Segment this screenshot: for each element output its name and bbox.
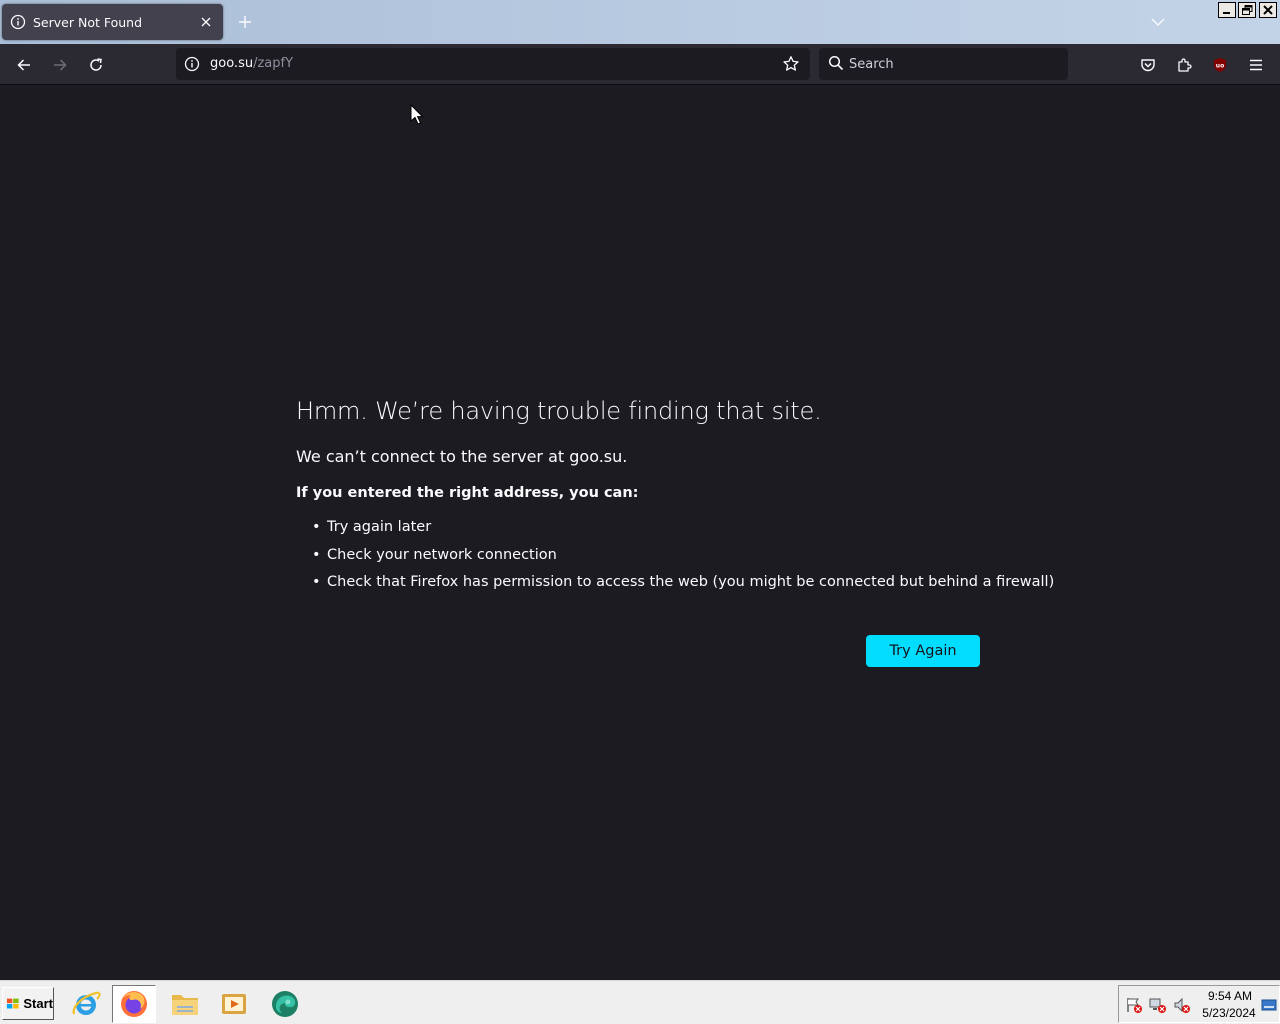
internet-explorer-icon bbox=[72, 991, 101, 1015]
hamburger-menu-icon bbox=[1250, 59, 1262, 71]
media-player-icon bbox=[222, 994, 246, 1014]
taskbar-firefox[interactable] bbox=[112, 985, 156, 1023]
start-label: Start bbox=[23, 996, 53, 1011]
taskbar-media-player[interactable] bbox=[212, 985, 256, 1023]
restore-button[interactable] bbox=[1238, 2, 1256, 18]
suggestion-item: Try again later bbox=[312, 517, 1016, 537]
mouse-cursor-icon bbox=[410, 104, 424, 125]
firefox-icon bbox=[121, 991, 147, 1017]
back-button[interactable] bbox=[11, 52, 37, 78]
error-title: Hmm. We’re having trouble finding that s… bbox=[296, 397, 822, 425]
ublock-origin-button[interactable]: uo bbox=[1207, 52, 1233, 78]
ublock-icon: uo bbox=[1214, 58, 1226, 72]
error-container: Hmm. We’re having trouble finding that s… bbox=[296, 394, 1054, 600]
tab-strip: Server Not Found bbox=[0, 0, 1280, 44]
svg-text:uo: uo bbox=[1216, 63, 1224, 70]
edge-icon bbox=[272, 991, 298, 1017]
url-text[interactable]: goo.su/zapfY bbox=[210, 56, 293, 71]
url-bar[interactable]: goo.su/zapfY bbox=[176, 48, 810, 80]
forward-button[interactable] bbox=[47, 52, 73, 78]
clock-date[interactable]: 5/23/2024 bbox=[1199, 1006, 1259, 1020]
app-menu-button[interactable] bbox=[1243, 52, 1269, 78]
show-desktop-icon[interactable] bbox=[1261, 997, 1277, 1013]
pocket-button[interactable] bbox=[1135, 52, 1161, 78]
extensions-button[interactable] bbox=[1171, 52, 1197, 78]
page-content: Hmm. We’re having trouble finding that s… bbox=[0, 86, 1280, 980]
windows-taskbar: Start 9:54 AM 5/23/2024 bbox=[0, 980, 1280, 1024]
try-again-button[interactable]: Try Again bbox=[866, 635, 980, 667]
search-icon bbox=[828, 55, 846, 73]
site-info-icon[interactable] bbox=[184, 56, 200, 72]
error-suggestions-list: Try again later Check your network conne… bbox=[296, 517, 1054, 592]
volume-muted-icon[interactable] bbox=[1173, 996, 1191, 1014]
puzzle-icon bbox=[1178, 58, 1192, 72]
list-all-tabs-button[interactable] bbox=[1149, 14, 1167, 30]
url-path: /zapfY bbox=[253, 56, 294, 71]
minimize-button[interactable] bbox=[1218, 2, 1236, 18]
new-tab-button[interactable] bbox=[235, 12, 255, 32]
start-button[interactable]: Start bbox=[2, 987, 54, 1020]
forward-arrow-icon bbox=[54, 59, 67, 71]
close-tab-icon[interactable] bbox=[197, 13, 215, 31]
taskbar-internet-explorer[interactable] bbox=[64, 985, 108, 1023]
error-short-description: We can’t connect to the server at goo.su… bbox=[296, 447, 628, 466]
taskbar-file-explorer[interactable] bbox=[163, 985, 207, 1023]
tab-title: Server Not Found bbox=[33, 14, 143, 30]
error-suggestions-lead: If you entered the right address, you ca… bbox=[296, 485, 639, 501]
search-bar[interactable] bbox=[819, 48, 1068, 80]
info-icon bbox=[10, 14, 26, 30]
search-input[interactable] bbox=[849, 53, 1059, 75]
windows-logo-icon bbox=[6, 998, 19, 1008]
action-center-flag-icon[interactable] bbox=[1125, 996, 1143, 1014]
url-host: goo.su bbox=[210, 56, 254, 71]
folder-icon bbox=[172, 995, 198, 1015]
reload-icon bbox=[90, 58, 102, 71]
network-disconnected-icon[interactable] bbox=[1149, 996, 1167, 1014]
navigation-toolbar: goo.su/zapfY uo bbox=[0, 44, 1280, 85]
suggestion-item: Check that Firefox has permission to acc… bbox=[312, 572, 1054, 592]
suggestion-item: Check your network connection bbox=[312, 545, 1016, 565]
pocket-icon bbox=[1141, 59, 1155, 72]
reload-button[interactable] bbox=[83, 52, 109, 78]
clock-time[interactable]: 9:54 AM bbox=[1207, 989, 1253, 1003]
tab-server-not-found[interactable]: Server Not Found bbox=[2, 4, 223, 40]
back-arrow-icon bbox=[17, 59, 30, 71]
bookmark-star-icon[interactable] bbox=[782, 55, 800, 73]
taskbar-edge[interactable] bbox=[263, 985, 307, 1023]
error-button-row: Try Again bbox=[866, 635, 980, 667]
close-window-button[interactable] bbox=[1259, 2, 1277, 18]
system-tray: 9:54 AM 5/23/2024 bbox=[1118, 985, 1280, 1023]
